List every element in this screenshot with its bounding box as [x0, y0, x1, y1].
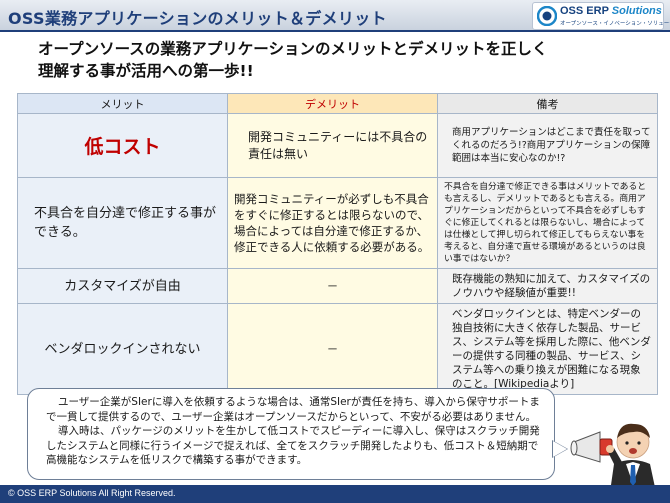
copyright-text: © OSS ERP Solutions All Right Reserved.: [8, 488, 176, 498]
brand-logo: OSS ERP Solutions オープンソース・イノベーション・ソリューショ…: [532, 2, 670, 30]
merit-cell: 不具合を自分達で修正する事ができる。: [17, 177, 228, 269]
merit-text: ベンダロックインされない: [44, 341, 201, 357]
merit-text: 低コスト: [84, 136, 161, 158]
header-demerit: デメリット: [227, 93, 438, 114]
note-text: 既存機能の熟知に加えて、カスタマイズのノウハウや経験値が重要!!: [452, 273, 651, 299]
table-row: 低コスト 開発コミュニティーには不具合の責任は無い 商用アプリケーションはどこま…: [17, 113, 658, 178]
speech-bubble: ユーザー企業がSIerに導入を依頼するような場合は、通常SIerが責任を持ち、導…: [27, 388, 555, 480]
demerit-cell: －: [227, 303, 438, 395]
header-note: 備考: [437, 93, 658, 114]
table-header-row: メリット デメリット 備考: [17, 93, 658, 114]
demerit-cell: 開発コミュニティーには不具合の責任は無い: [227, 113, 438, 178]
note-cell: 不具合を自分達で修正できる事はメリットであるとも言えるし、デメリットであるとも言…: [437, 177, 658, 269]
header-merit: メリット: [17, 93, 228, 114]
bubble-paragraph-1: ユーザー企業がSIerに導入を依頼するような場合は、通常SIerが責任を持ち、導…: [46, 396, 540, 423]
merit-cell: ベンダロックインされない: [17, 303, 228, 395]
demerit-cell: －: [227, 268, 438, 304]
merit-text: 不具合を自分達で修正する事ができる。: [34, 206, 217, 240]
logo-mark-icon: [537, 6, 557, 26]
table-row: 不具合を自分達で修正する事ができる。 開発コミュニティーが必ずしも不具合をすぐに…: [17, 177, 658, 269]
note-cell: 商用アプリケーションはどこまで責任を取ってくれるのだろう!?商用アプリケーション…: [437, 113, 658, 178]
note-cell: ベンダロックインとは、特定ベンダーの独自技術に大きく依存した製品、サービス、シス…: [437, 303, 658, 395]
merit-text: カスタマイズが自由: [64, 278, 181, 294]
lead-line-1: オープンソースの業務アプリケーションのメリットとデメリットを正しく: [38, 40, 548, 58]
logo-wordmark: OSS ERP Solutions: [560, 5, 662, 17]
note-text: 商用アプリケーションはどこまで責任を取ってくれるのだろう!?商用アプリケーション…: [452, 127, 651, 164]
note-cell: 既存機能の熟知に加えて、カスタマイズのノウハウや経験値が重要!!: [437, 268, 658, 304]
title-bar: OSS業務アプリケーションのメリット＆デメリット OSS ERP Solutio…: [0, 0, 670, 32]
megaphone-mascot-icon: [570, 423, 656, 492]
note-text: 不具合を自分達で修正できる事はメリットであるとも言えるし、デメリットであるとも言…: [444, 182, 647, 264]
lead-statement: オープンソースの業務アプリケーションのメリットとデメリットを正しく 理解する事が…: [38, 38, 658, 82]
bubble-paragraph-2: 導入時は、パッケージのメリットを生かして低コストでスピーディーに導入し、保守はス…: [46, 425, 540, 466]
note-text: ベンダロックインとは、特定ベンダーの独自技術に大きく依存した製品、サービス、シス…: [452, 308, 651, 390]
demerit-text: －: [326, 342, 339, 356]
logo-tagline: オープンソース・イノベーション・ソリューションズ: [560, 21, 670, 27]
table-row: カスタマイズが自由 － 既存機能の熟知に加えて、カスタマイズのノウハウや経験値が…: [17, 268, 658, 304]
footer-bar: © OSS ERP Solutions All Right Reserved.: [0, 485, 670, 503]
demerit-text: 開発コミュニティーが必ずしも不具合をすぐに修正するとは限らないので、場合によって…: [234, 192, 430, 254]
demerit-cell: 開発コミュニティーが必ずしも不具合をすぐに修正するとは限らないので、場合によって…: [227, 177, 438, 269]
demerit-text: －: [326, 279, 339, 293]
comparison-table: メリット デメリット 備考 低コスト 開発コミュニティーには不具合の責任は無い …: [17, 93, 658, 395]
bubble-tail-fill: [553, 441, 567, 457]
merit-cell: カスタマイズが自由: [17, 268, 228, 304]
table-row: ベンダロックインされない － ベンダロックインとは、特定ベンダーの独自技術に大き…: [17, 303, 658, 395]
lead-line-2: 理解する事が活用への第一歩!!: [38, 62, 254, 80]
demerit-text: 開発コミュニティーには不具合の責任は無い: [248, 129, 428, 161]
page-title: OSS業務アプリケーションのメリット＆デメリット: [8, 9, 387, 28]
merit-cell: 低コスト: [17, 113, 228, 178]
